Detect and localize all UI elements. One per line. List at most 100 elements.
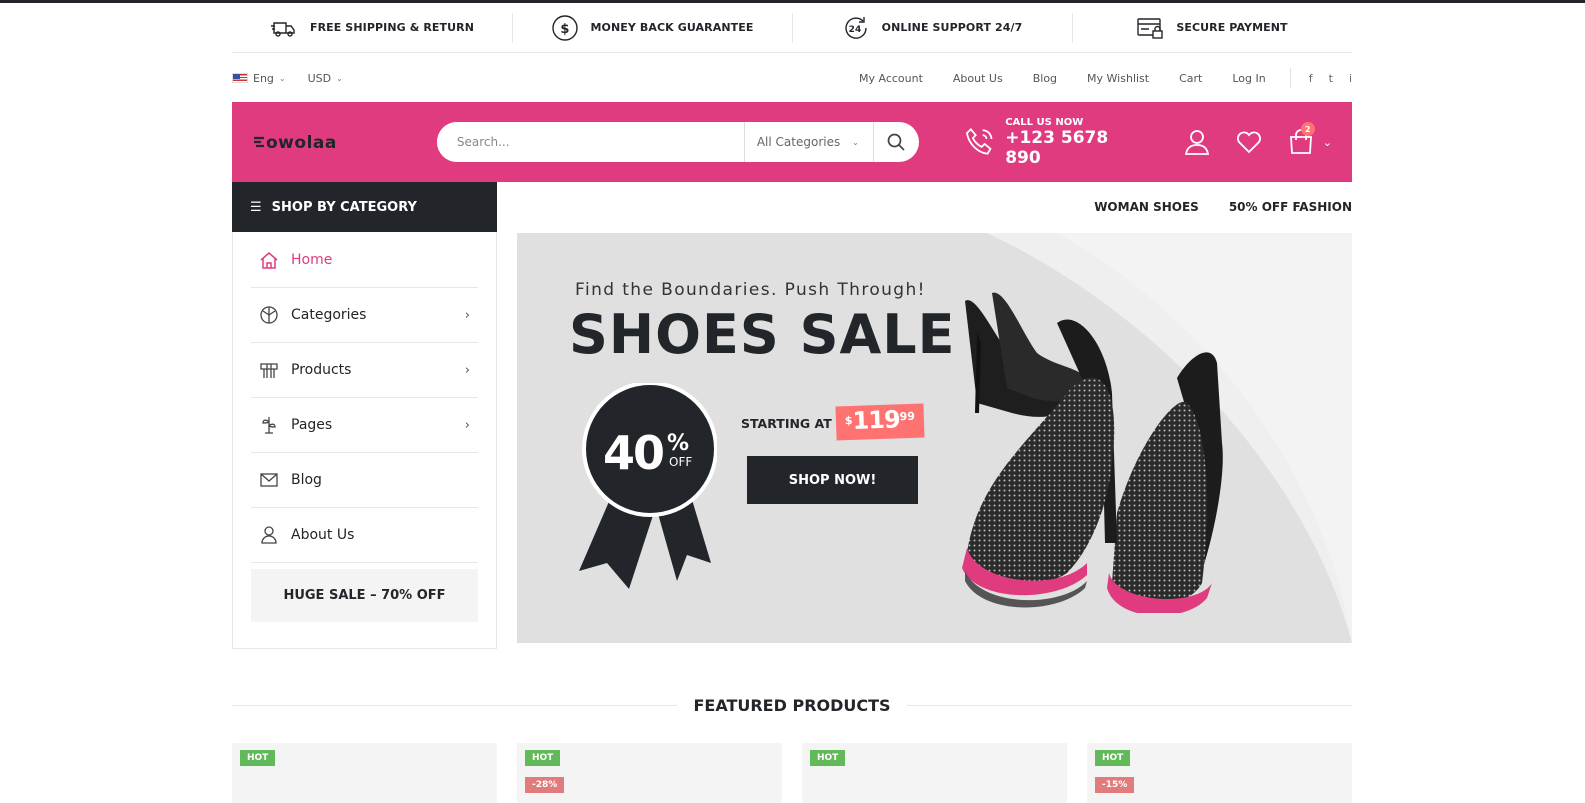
category-select-value: All Categories: [756, 135, 841, 149]
search-input[interactable]: [436, 122, 744, 162]
user-icon: [261, 526, 277, 544]
envelope-icon: [260, 473, 278, 487]
heart-icon[interactable]: [1235, 128, 1263, 156]
instagram-icon[interactable]: i: [1349, 72, 1352, 85]
link-cart[interactable]: Cart: [1179, 72, 1202, 85]
sidebar-item-about-us[interactable]: About Us: [251, 508, 478, 563]
info-label: MONEY BACK GUARANTEE: [590, 21, 754, 34]
sidebar-title: SHOP BY CATEGORY: [271, 199, 417, 215]
product-card[interactable]: HOT -15%: [1087, 743, 1352, 803]
sidebar-item-home[interactable]: Home: [251, 232, 478, 288]
huge-sale-promo[interactable]: HUGE SALE – 70% OFF: [251, 569, 478, 622]
sidebar-item-label: Categories: [291, 307, 367, 323]
svg-text:$: $: [560, 22, 569, 37]
shoes-image: [962, 292, 1223, 613]
chevron-down-icon: ⌄: [852, 137, 859, 147]
divider: [906, 704, 1353, 706]
search-button[interactable]: [874, 122, 919, 162]
sidebar-item-label: Home: [291, 251, 333, 268]
info-label: FREE SHIPPING & RETURN: [309, 21, 475, 34]
sidebar-item-label: About Us: [291, 527, 355, 543]
shop-now-button[interactable]: SHOP NOW!: [747, 456, 918, 504]
info-label: SECURE PAYMENT: [1176, 21, 1288, 34]
category-select[interactable]: All Categories ⌄: [743, 122, 874, 162]
support-24-icon: 24: [844, 16, 867, 39]
sidebar-item-pages[interactable]: Pages ›: [251, 398, 478, 453]
nav-50-off-fashion[interactable]: 50% OFF FASHION: [1229, 200, 1352, 214]
banner-tagline: Find the Boundaries. Push Through!: [575, 280, 926, 300]
currency-switcher[interactable]: USD ⌄: [308, 72, 343, 85]
starting-at-label: STARTING AT: [741, 416, 832, 431]
discount-badge: -15%: [1095, 777, 1135, 793]
section-title: FEATURED PRODUCTS: [693, 695, 891, 715]
dollar-icon: $: [551, 14, 578, 41]
cart-button[interactable]: 2 ⌄: [1287, 122, 1332, 156]
header-top: Eng ⌄ USD ⌄ My Account About Us Blog My …: [232, 54, 1352, 102]
hot-badge: HOT: [240, 750, 276, 766]
sidebar-header[interactable]: ☰ SHOP BY CATEGORY: [232, 182, 497, 232]
category-menu: Home Categories › Products › Pages › Blo…: [233, 232, 496, 563]
search-icon: [887, 133, 905, 151]
language-switcher[interactable]: Eng ⌄: [232, 72, 286, 85]
categories-icon: [260, 306, 278, 324]
discount-percent: %: [667, 431, 690, 456]
link-blog[interactable]: Blog: [1033, 72, 1057, 85]
sidebar-item-label: Pages: [291, 417, 333, 433]
truck-icon: [270, 21, 295, 37]
pages-icon: [262, 417, 276, 434]
price-whole: 119: [852, 405, 901, 435]
discount-off: OFF: [669, 455, 693, 469]
info-label: ONLINE SUPPORT 24/7: [881, 21, 1023, 34]
hero-banner: Find the Boundaries. Push Through! SHOES…: [517, 233, 1352, 643]
chevron-right-icon: ›: [464, 362, 470, 378]
product-card[interactable]: HOT: [232, 743, 497, 803]
chevron-right-icon: ›: [464, 417, 470, 433]
info-money-back: $ MONEY BACK GUARANTEE: [512, 3, 792, 52]
hot-badge: HOT: [810, 750, 846, 766]
info-free-shipping: FREE SHIPPING & RETURN: [232, 3, 512, 52]
facebook-icon[interactable]: f: [1309, 72, 1313, 85]
product-grid: HOT HOT -28% HOT HOT -15%: [232, 743, 1352, 803]
logo-wordmark: owolaa: [254, 133, 336, 153]
sidebar-item-categories[interactable]: Categories ›: [251, 288, 478, 343]
phone-icon: [965, 127, 993, 155]
sidebar-item-label: Blog: [291, 472, 322, 488]
header-icons: 2 ⌄: [1183, 122, 1332, 156]
product-card[interactable]: HOT -28%: [517, 743, 782, 803]
product-card[interactable]: HOT: [802, 743, 1067, 803]
phone-number: +123 5678 890: [1005, 127, 1109, 168]
call-label: CALL US NOW: [1005, 116, 1084, 128]
banner-headline: SHOES SALE: [569, 303, 956, 366]
top-links: My Account About Us Blog My Wishlist Car…: [829, 68, 1352, 88]
info-bar: FREE SHIPPING & RETURN $ MONEY BACK GUAR…: [232, 3, 1352, 53]
twitter-icon[interactable]: t: [1329, 72, 1333, 85]
divider: [1289, 68, 1291, 88]
link-about-us[interactable]: About Us: [953, 72, 1003, 85]
sidebar-item-products[interactable]: Products ›: [251, 343, 478, 398]
user-icon[interactable]: [1183, 128, 1211, 156]
link-log-in[interactable]: Log In: [1232, 72, 1265, 85]
info-secure-payment: SECURE PAYMENT: [1072, 3, 1352, 52]
menu-icon: ☰: [250, 199, 262, 215]
logo[interactable]: owolaa: [252, 131, 419, 153]
secure-payment-icon: [1137, 17, 1164, 39]
discount-badge: -28%: [525, 777, 565, 793]
currency-label: USD: [307, 71, 332, 85]
info-support: 24 ONLINE SUPPORT 24/7: [792, 3, 1072, 52]
chevron-down-icon: ⌄: [336, 73, 343, 83]
link-my-wishlist[interactable]: My Wishlist: [1087, 72, 1149, 85]
link-my-account[interactable]: My Account: [859, 72, 923, 85]
hot-badge: HOT: [1095, 750, 1131, 766]
svg-text:24: 24: [848, 25, 861, 35]
discount-ribbon-icon: [579, 383, 717, 589]
search-bar: All Categories ⌄: [436, 122, 919, 162]
chevron-down-icon: ⌄: [278, 73, 286, 83]
call-us[interactable]: CALL US NOW +123 5678 890: [964, 117, 1147, 168]
us-flag-icon: [232, 73, 248, 83]
sidebar-item-blog[interactable]: Blog: [251, 453, 478, 508]
featured-products-heading: FEATURED PRODUCTS: [232, 690, 1353, 720]
main-header: owolaa All Categories ⌄ CALL US NOW +123…: [232, 102, 1352, 182]
chevron-down-icon: ⌄: [1322, 135, 1332, 149]
language-label: Eng: [253, 71, 274, 85]
nav-woman-shoes[interactable]: WOMAN SHOES: [1094, 200, 1199, 214]
